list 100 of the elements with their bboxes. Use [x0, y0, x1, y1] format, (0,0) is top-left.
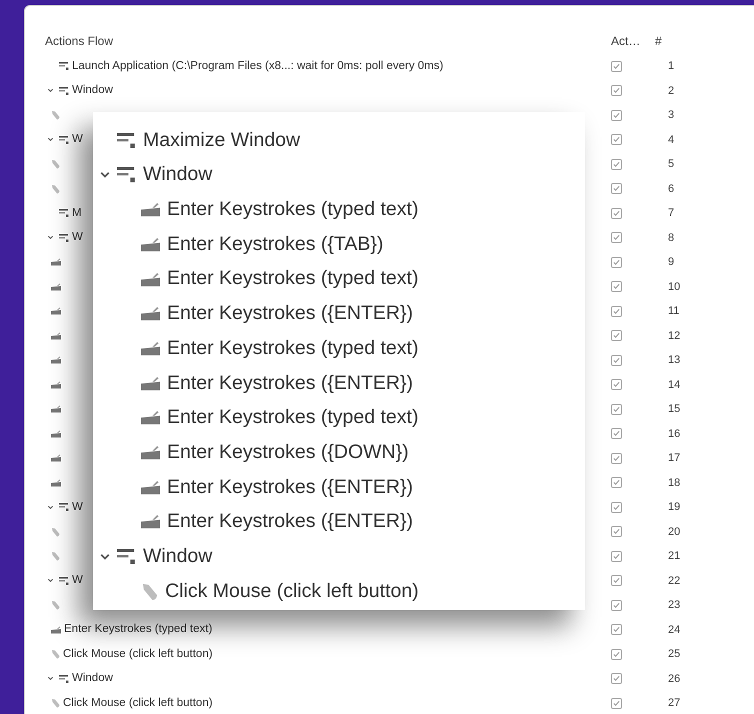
- checkmark-icon: [613, 626, 620, 634]
- mouse-icon: [51, 526, 60, 537]
- action-label[interactable]: Click Mouse (click left button): [63, 646, 213, 663]
- keyboard-icon: [141, 236, 160, 252]
- action-label[interactable]: Window: [143, 160, 212, 190]
- action-label[interactable]: W: [72, 572, 83, 590]
- keyboard-icon: [141, 202, 160, 218]
- action-label[interactable]: W: [72, 229, 83, 246]
- row-number: 7: [668, 206, 674, 221]
- column-header[interactable]: #: [655, 32, 662, 50]
- active-checkbox[interactable]: [611, 575, 622, 586]
- keyboard-icon: [141, 514, 160, 530]
- action-label[interactable]: Maximize Window: [143, 126, 300, 155]
- active-checkbox[interactable]: [611, 85, 622, 96]
- row-number: 15: [668, 402, 680, 417]
- checkmark-icon: [613, 675, 620, 682]
- action-label[interactable]: M: [72, 204, 82, 222]
- active-checkbox[interactable]: [611, 428, 622, 440]
- action-label[interactable]: Enter Keystrokes (typed text): [167, 195, 418, 224]
- mouse-icon: [51, 110, 60, 120]
- action-label[interactable]: Enter Keystrokes ({ENTER}): [167, 368, 413, 398]
- checkmark-icon: [613, 552, 620, 560]
- row-number: 5: [668, 157, 674, 172]
- row-number: 16: [668, 426, 680, 442]
- row-number: 9: [668, 255, 674, 270]
- checkmark-icon: [613, 577, 620, 584]
- action-label[interactable]: Window: [143, 542, 212, 572]
- active-checkbox[interactable]: [611, 600, 622, 611]
- expand-chevron-icon[interactable]: [47, 234, 54, 242]
- keyboard-icon: [141, 272, 160, 287]
- expand-chevron-icon[interactable]: [47, 577, 54, 584]
- checkmark-icon: [613, 308, 620, 315]
- active-checkbox[interactable]: [611, 208, 622, 219]
- keyboard-icon: [51, 332, 61, 340]
- column-header[interactable]: Actions Flow: [45, 32, 611, 50]
- active-checkbox[interactable]: [611, 550, 622, 562]
- checkmark-icon: [613, 602, 620, 609]
- checkmark-icon: [613, 185, 620, 192]
- active-checkbox[interactable]: [611, 698, 622, 709]
- row-number: 13: [668, 353, 680, 368]
- active-checkbox[interactable]: [611, 673, 622, 684]
- active-checkbox[interactable]: [611, 281, 622, 292]
- active-checkbox[interactable]: [611, 330, 622, 342]
- row-number: 25: [668, 647, 680, 662]
- action-label[interactable]: Enter Keystrokes (typed text): [167, 334, 418, 364]
- action-label[interactable]: Enter Keystrokes (typed text): [64, 621, 212, 638]
- row-number: 3: [668, 108, 674, 123]
- row-number: 17: [668, 451, 680, 466]
- action-label[interactable]: Enter Keystrokes ({ENTER}): [167, 507, 413, 537]
- active-checkbox[interactable]: [611, 306, 622, 317]
- active-checkbox[interactable]: [611, 477, 622, 488]
- action-label[interactable]: Window: [72, 670, 113, 688]
- row-number: 8: [668, 230, 674, 246]
- active-checkbox[interactable]: [611, 110, 622, 121]
- expand-chevron-icon[interactable]: [47, 87, 54, 94]
- action-label[interactable]: Enter Keystrokes ({ENTER}): [167, 299, 413, 328]
- action-label[interactable]: Enter Keystrokes ({DOWN}): [167, 438, 409, 468]
- action-label[interactable]: Window: [72, 82, 113, 100]
- keyboard-icon: [141, 480, 160, 495]
- expand-chevron-icon[interactable]: [47, 136, 54, 144]
- active-checkbox[interactable]: [611, 404, 622, 415]
- keyboard-icon: [141, 340, 160, 356]
- active-checkbox[interactable]: [611, 452, 622, 464]
- action-label[interactable]: Enter Keystrokes ({TAB}): [167, 230, 384, 260]
- window-icon: [59, 86, 69, 95]
- active-checkbox[interactable]: [611, 60, 622, 72]
- checkmark-icon: [613, 234, 620, 242]
- active-checkbox[interactable]: [611, 256, 622, 268]
- action-label[interactable]: Enter Keystrokes (typed text): [167, 264, 418, 294]
- active-checkbox[interactable]: [611, 183, 622, 194]
- expand-chevron-icon[interactable]: [47, 675, 54, 682]
- row-number: 2: [668, 84, 674, 98]
- active-checkbox[interactable]: [611, 134, 622, 146]
- active-checkbox[interactable]: [611, 354, 622, 366]
- active-checkbox[interactable]: [611, 379, 622, 390]
- mouse-icon: [51, 159, 60, 170]
- expand-chevron-icon[interactable]: [47, 504, 54, 511]
- active-checkbox[interactable]: [611, 158, 622, 170]
- action-label[interactable]: Enter Keystrokes (typed text): [167, 403, 418, 432]
- action-label[interactable]: Click Mouse (click left button): [165, 576, 419, 606]
- active-checkbox[interactable]: [611, 502, 622, 513]
- keyboard-icon: [51, 405, 61, 414]
- action-label[interactable]: Launch Application (C:\Program Files (x8...: wait for 0ms: poll every 0ms): [72, 58, 444, 75]
- action-label[interactable]: Enter Keystrokes ({ENTER}): [167, 472, 413, 502]
- action-label[interactable]: Click Mouse (click left button): [63, 694, 213, 712]
- active-checkbox[interactable]: [611, 526, 622, 538]
- keyboard-icon: [51, 380, 61, 389]
- active-checkbox[interactable]: [611, 624, 622, 636]
- keyboard-icon: [51, 282, 61, 291]
- action-label[interactable]: W: [72, 131, 83, 148]
- window-icon: [59, 674, 69, 683]
- mouse-icon: [141, 582, 158, 601]
- action-label[interactable]: W: [72, 498, 83, 516]
- active-checkbox[interactable]: [611, 232, 622, 244]
- keyboard-icon: [51, 356, 61, 364]
- column-header[interactable]: Act…: [611, 32, 655, 50]
- checkmark-icon: [613, 332, 620, 340]
- active-checkbox[interactable]: [611, 648, 622, 660]
- checkmark-icon: [613, 62, 620, 70]
- row-number: 1: [668, 59, 674, 74]
